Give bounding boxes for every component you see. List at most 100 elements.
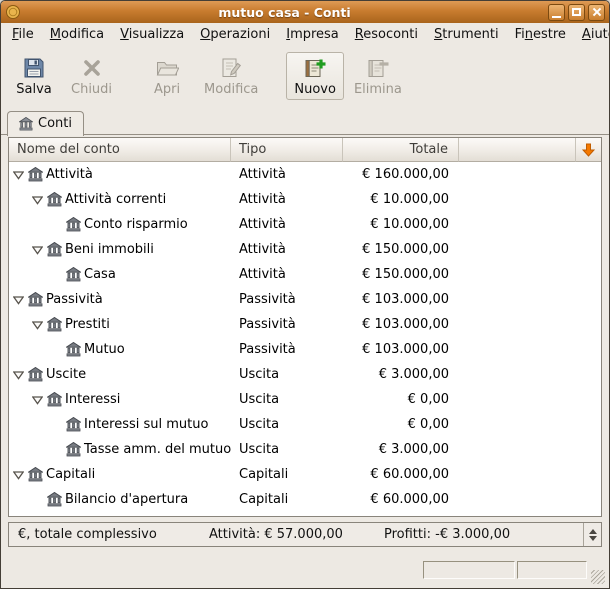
column-options-button[interactable]	[575, 138, 601, 162]
menu-label-post: estre	[532, 27, 566, 42]
account-icon	[28, 167, 43, 182]
account-name-cell: Attività	[9, 167, 231, 182]
table-row[interactable]: Conto risparmio Attività € 10.000,00	[9, 212, 601, 237]
table-row[interactable]: Prestiti Passività € 103.000,00	[9, 312, 601, 337]
minimize-icon	[552, 15, 561, 18]
account-total: € 0,00	[407, 392, 449, 407]
table-row[interactable]: Attività Attività € 160.000,00	[9, 162, 601, 187]
toolbar: Salva Chiudi Apri Modifica Nuovo Elimina	[1, 48, 609, 106]
menu-item-file[interactable]: File	[4, 23, 42, 48]
account-name: Uscite	[46, 367, 87, 382]
menu-label-accel: V	[120, 27, 129, 42]
account-icon	[28, 467, 43, 482]
column-header-type[interactable]: Tipo	[231, 138, 343, 162]
close-button[interactable]	[588, 3, 605, 21]
account-name-cell: Beni immobili	[9, 242, 231, 257]
delete-account-button[interactable]: Elimina	[346, 52, 410, 100]
table-row[interactable]: Interessi sul mutuo Uscita € 0,00	[9, 412, 601, 437]
menu-label-accel: M	[49, 27, 61, 42]
table-row[interactable]: Casa Attività € 150.000,00	[9, 262, 601, 287]
menu-label-accel: A	[581, 27, 591, 42]
menu-item-impresa[interactable]: Impresa	[278, 23, 347, 48]
account-type: Attività	[239, 167, 286, 182]
save-icon	[22, 56, 46, 80]
menu-label-accel: n	[524, 27, 533, 42]
expander-icon[interactable]	[11, 470, 25, 480]
expander-icon[interactable]	[11, 295, 25, 305]
menu-item-resoconti[interactable]: Resoconti	[347, 23, 426, 48]
resize-grip-icon[interactable]	[591, 570, 605, 584]
close-icon	[592, 7, 602, 17]
status-frame-2	[517, 561, 587, 579]
window-title: mutuo casa - Conti	[218, 4, 351, 20]
menu-label-post: odifica	[61, 27, 105, 42]
account-icon	[28, 292, 43, 307]
menu-item-finestre[interactable]: Finestre	[507, 23, 574, 48]
stepper-up-icon	[588, 528, 597, 534]
menu-item-visualizza[interactable]: Visualizza	[112, 23, 192, 48]
summary-stepper[interactable]	[583, 523, 601, 546]
status-frame-1	[423, 561, 515, 579]
account-total: € 150.000,00	[362, 267, 449, 282]
account-total: € 60.000,00	[370, 467, 449, 482]
account-icon	[66, 417, 81, 432]
account-type: Uscita	[239, 442, 280, 457]
summary-scope: €, totale complessivo	[18, 527, 157, 542]
account-name-cell: Interessi	[9, 392, 231, 407]
titlebar[interactable]: mutuo casa - Conti	[1, 1, 609, 23]
save-button[interactable]: Salva	[7, 52, 61, 100]
account-icon	[47, 192, 62, 207]
accounts-page: Nome del conto Tipo Totale Attività Atti…	[1, 135, 609, 552]
toolbar-button-label: Chiudi	[71, 82, 113, 97]
table-row[interactable]: Beni immobili Attività € 150.000,00	[9, 237, 601, 262]
table-row[interactable]: Interessi Uscita € 0,00	[9, 387, 601, 412]
account-name-cell: Attività correnti	[9, 192, 231, 207]
table-row[interactable]: Attività correnti Attività € 10.000,00	[9, 187, 601, 212]
table-row[interactable]: Bilancio d'apertura Capitali € 60.000,00	[9, 487, 601, 512]
menu-label-post: ile	[18, 27, 34, 42]
account-name: Capitali	[46, 467, 96, 482]
table-row[interactable]: Tasse amm. del mutuo Uscita € 3.000,00	[9, 437, 601, 462]
column-header-name[interactable]: Nome del conto	[9, 138, 231, 162]
expander-icon[interactable]	[11, 170, 25, 180]
new-account-button[interactable]: Nuovo	[286, 52, 344, 100]
edit-account-icon	[219, 56, 243, 80]
close-tab-button[interactable]: Chiudi	[63, 52, 120, 100]
expander-icon[interactable]	[30, 395, 44, 405]
menu-label-post: esoconti	[363, 27, 419, 42]
account-name-cell: Interessi sul mutuo	[9, 417, 231, 432]
account-total: € 103.000,00	[362, 342, 449, 357]
table-header-row: Nome del conto Tipo Totale	[9, 138, 601, 162]
toolbar-button-label: Apri	[153, 82, 181, 97]
account-type: Passività	[239, 342, 296, 357]
maximize-button[interactable]	[568, 3, 585, 21]
expander-icon[interactable]	[30, 195, 44, 205]
account-type: Attività	[239, 242, 286, 257]
table-row[interactable]: Passività Passività € 103.000,00	[9, 287, 601, 312]
menu-label-pre: Fi	[514, 27, 525, 42]
account-name-cell: Bilancio d'apertura	[9, 492, 231, 507]
menu-item-modifica[interactable]: Modifica	[42, 23, 112, 48]
menu-label-post: isualizza	[128, 27, 185, 42]
menu-item-strumenti[interactable]: Strumenti	[426, 23, 507, 48]
expander-icon[interactable]	[11, 370, 25, 380]
menu-item-aiuto[interactable]: Aiuto	[574, 23, 609, 48]
expander-icon[interactable]	[30, 320, 44, 330]
account-name: Interessi sul mutuo	[84, 417, 209, 432]
summary-bar: €, totale complessivo Attività: € 57.000…	[8, 522, 602, 547]
menu-item-operazioni[interactable]: Operazioni	[192, 23, 278, 48]
table-row[interactable]: Mutuo Passività € 103.000,00	[9, 337, 601, 362]
table-row[interactable]: Capitali Capitali € 60.000,00	[9, 462, 601, 487]
account-name-cell: Casa	[9, 267, 231, 282]
minimize-button[interactable]	[548, 3, 565, 21]
account-name-cell: Conto risparmio	[9, 217, 231, 232]
open-account-button[interactable]: Apri	[140, 52, 194, 100]
account-total: € 150.000,00	[362, 242, 449, 257]
table-row[interactable]: Uscite Uscita € 3.000,00	[9, 362, 601, 387]
gnucash-window: mutuo casa - Conti File Modifica Visualizz…	[0, 0, 610, 589]
expander-icon[interactable]	[30, 245, 44, 255]
account-name: Interessi	[65, 392, 121, 407]
tab-conti[interactable]: Conti	[7, 111, 84, 136]
column-header-total[interactable]: Totale	[343, 138, 459, 162]
edit-account-button[interactable]: Modifica	[196, 52, 266, 100]
